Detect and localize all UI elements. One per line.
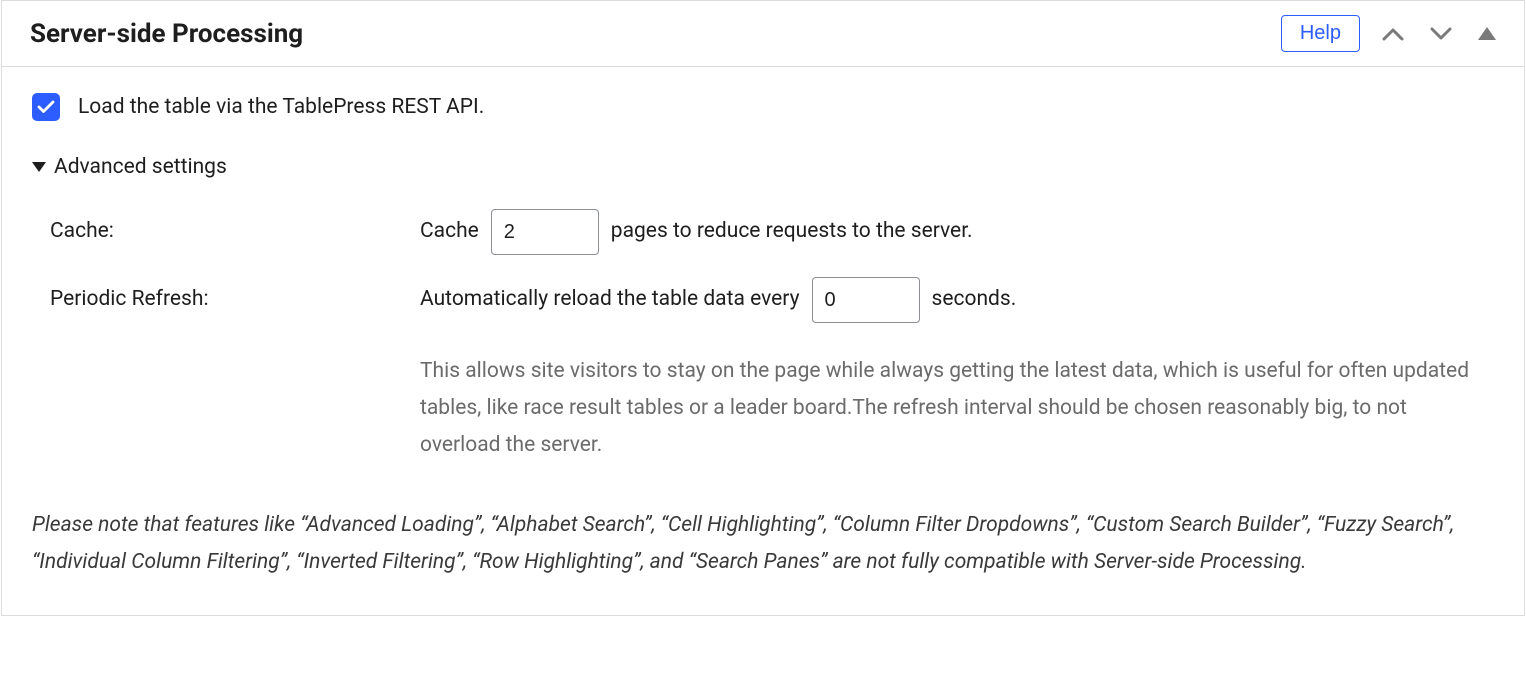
compatibility-note: Please note that features like “Advanced… xyxy=(32,507,1494,581)
panel-header: Server-side Processing Help xyxy=(2,1,1524,67)
collapse-button[interactable] xyxy=(1474,23,1500,44)
check-icon xyxy=(37,100,55,114)
load-via-rest-api-checkbox[interactable] xyxy=(32,93,60,121)
move-up-button[interactable] xyxy=(1378,23,1408,45)
help-button[interactable]: Help xyxy=(1281,15,1360,52)
cache-suffix-text: pages to reduce requests to the server. xyxy=(611,216,973,248)
chevron-up-icon xyxy=(1382,27,1404,41)
cache-content: Cache pages to reduce requests to the se… xyxy=(420,209,1494,255)
panel-body: Load the table via the TablePress REST A… xyxy=(2,67,1524,615)
advanced-settings-grid: Cache: Cache pages to reduce requests to… xyxy=(32,209,1494,463)
load-via-rest-api-row: Load the table via the TablePress REST A… xyxy=(32,93,1494,121)
chevron-down-icon xyxy=(1430,27,1452,41)
cache-label: Cache: xyxy=(50,209,420,255)
disclosure-triangle-icon xyxy=(32,162,46,172)
periodic-refresh-content: Automatically reload the table data ever… xyxy=(420,277,1494,463)
cache-pages-input[interactable] xyxy=(491,209,599,255)
server-side-processing-panel: Server-side Processing Help xyxy=(1,0,1525,616)
refresh-seconds-input[interactable] xyxy=(812,277,920,323)
advanced-settings-label: Advanced settings xyxy=(54,155,227,179)
panel-title: Server-side Processing xyxy=(30,19,303,49)
refresh-description: This allows site visitors to stay on the… xyxy=(420,353,1490,463)
move-down-button[interactable] xyxy=(1426,23,1456,45)
panel-header-actions: Help xyxy=(1281,15,1500,52)
triangle-up-icon xyxy=(1478,27,1496,40)
cache-prefix-text: Cache xyxy=(420,216,479,248)
advanced-settings-toggle[interactable]: Advanced settings xyxy=(32,155,1494,179)
periodic-refresh-label: Periodic Refresh: xyxy=(50,277,420,463)
load-via-rest-api-label: Load the table via the TablePress REST A… xyxy=(78,95,484,119)
refresh-prefix-text: Automatically reload the table data ever… xyxy=(420,284,800,316)
refresh-suffix-text: seconds. xyxy=(932,284,1017,316)
